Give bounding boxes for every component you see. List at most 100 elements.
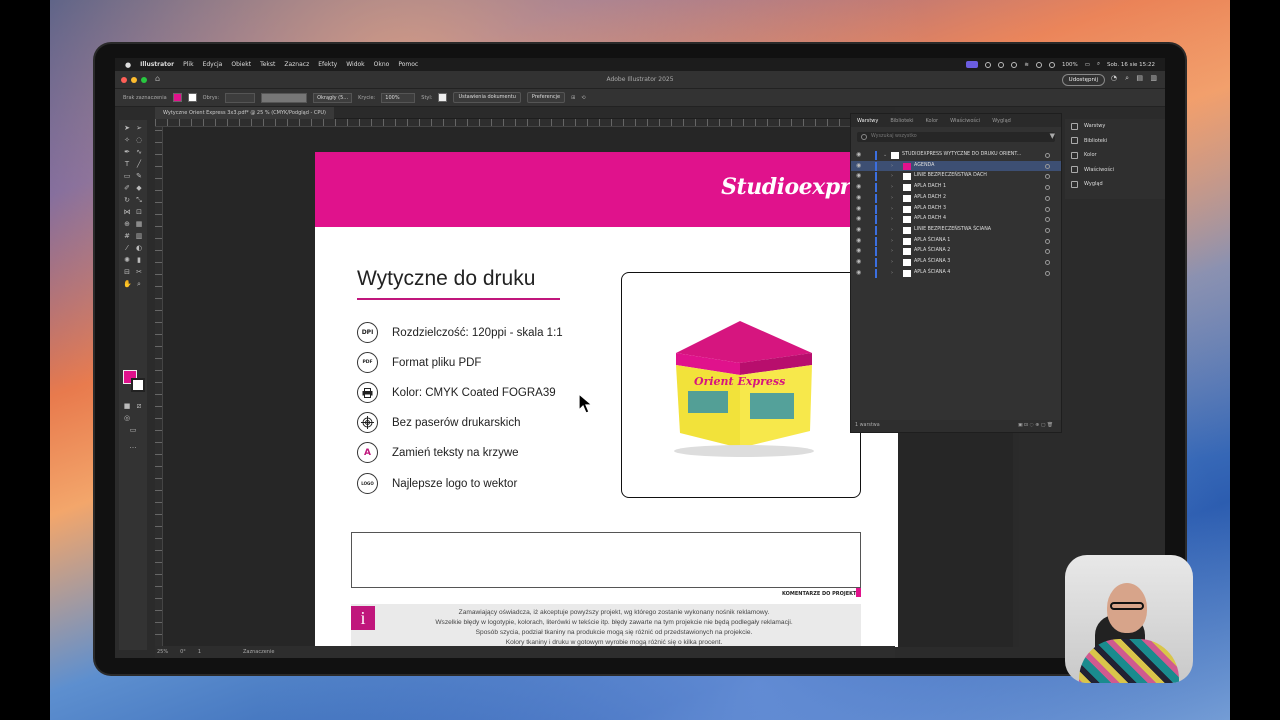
filter-icon[interactable]: ▼ <box>1050 132 1055 140</box>
stroke-width-input[interactable] <box>225 92 256 103</box>
free-transform-icon[interactable]: ⊡ <box>135 208 143 216</box>
layer-row[interactable]: ◉ › APLA DACH 2 <box>851 193 1061 204</box>
layer-name[interactable]: LINIE BEZPIECZEŃSTWA DACH <box>914 171 987 182</box>
layer-row[interactable]: ◉ › APLA ŚCIANA 1 <box>851 236 1061 247</box>
clock[interactable]: Sob. 16 sie 15:22 <box>1107 62 1155 68</box>
pen-tool-icon[interactable]: ✒ <box>123 148 131 156</box>
panel-button-properties[interactable]: Właściwości <box>1065 163 1165 178</box>
menu-window[interactable]: Okno <box>374 61 390 68</box>
menu-edit[interactable]: Edycja <box>203 61 223 68</box>
symbol-sprayer-icon[interactable]: ✺ <box>123 256 131 264</box>
transform-icon[interactable]: ⟲ <box>581 95 585 101</box>
expand-toggle-icon[interactable]: ⌄ <box>883 150 887 161</box>
layer-row[interactable]: ◉ ⌄ STUDIOEXPRESS WYTYCZNE DO DRUKU ORIENT… <box>851 150 1061 161</box>
style-swatch[interactable] <box>438 93 448 102</box>
more-tools-icon[interactable]: … <box>129 442 137 450</box>
layer-name[interactable]: APLA ŚCIANA 4 <box>914 268 950 279</box>
status-icon[interactable] <box>1036 61 1042 68</box>
preferences-button[interactable]: Preferencje <box>526 92 566 103</box>
direct-selection-tool-icon[interactable]: ➢ <box>135 124 143 132</box>
share-button[interactable]: Udostępnij <box>1061 74 1105 86</box>
document-tab[interactable]: Wytyczne Orient Express 3x3.pdf* @ 25 % … <box>155 107 334 119</box>
layer-name[interactable]: APLA DACH 2 <box>914 193 946 204</box>
none-color-icon[interactable]: ⧄ <box>135 402 143 410</box>
layer-target-icon[interactable] <box>1045 227 1050 233</box>
layer-name[interactable]: LINIE BEZPIECZEŃSTWA ŚCIANA <box>914 225 991 236</box>
layer-target-icon[interactable] <box>1045 217 1050 223</box>
apple-icon[interactable]: ● <box>125 61 131 69</box>
arrange-icon[interactable]: ▥ <box>1150 74 1157 82</box>
panel-button-libraries[interactable]: Biblioteki <box>1065 134 1165 149</box>
horizontal-ruler[interactable] <box>155 119 895 127</box>
paintbrush-icon[interactable]: ✎ <box>135 172 143 180</box>
expand-toggle-icon[interactable]: › <box>891 236 893 247</box>
layer-actions-icons[interactable]: ▣ ⊡ ◌ ⊕ ▢ 🗑 <box>1018 420 1053 432</box>
notifications-icon[interactable]: ◔ <box>1111 74 1117 82</box>
type-tool-icon[interactable]: T <box>123 160 131 168</box>
variable-width-select[interactable] <box>261 92 308 103</box>
artboard-number[interactable]: 1 <box>198 646 201 658</box>
panel-button-appearance[interactable]: Wygląd <box>1065 177 1165 192</box>
screen-mode-icon[interactable]: ▭ <box>129 426 137 434</box>
layer-row[interactable]: ◉ › AGENDA <box>851 160 1061 172</box>
visibility-eye-icon[interactable]: ◉ <box>856 268 861 279</box>
graph-tool-icon[interactable]: ▮ <box>135 256 143 264</box>
menu-help[interactable]: Pomoc <box>398 61 418 68</box>
expand-toggle-icon[interactable]: › <box>891 257 893 268</box>
zoom-tool-icon[interactable]: ⌕ <box>135 280 143 288</box>
visibility-eye-icon[interactable]: ◉ <box>856 161 861 172</box>
status-icon[interactable] <box>985 61 992 68</box>
visibility-eye-icon[interactable]: ◉ <box>856 246 861 257</box>
menu-object[interactable]: Obiekt <box>231 61 251 68</box>
app-menu[interactable]: Illustrator <box>140 61 174 68</box>
layer-row[interactable]: ◉ › APLA DACH 3 <box>851 204 1061 215</box>
layer-target-icon[interactable] <box>1045 260 1050 265</box>
stroke-swatch[interactable] <box>187 93 197 102</box>
layer-name[interactable]: AGENDA <box>914 161 934 172</box>
layer-row[interactable]: ◉ › LINIE BEZPIECZEŃSTWA ŚCIANA <box>851 225 1061 236</box>
tab-layers[interactable]: Warstwy <box>857 118 878 124</box>
artboard-tool-icon[interactable]: ⊟ <box>123 268 131 276</box>
layer-row[interactable]: ◉ › APLA DACH 4 <box>851 214 1061 225</box>
curvature-tool-icon[interactable]: ∿ <box>135 148 143 156</box>
expand-toggle-icon[interactable]: › <box>891 193 893 204</box>
artboard[interactable]: Studioexpress Wytyczne do druku DPI Rozd… <box>315 152 898 647</box>
visibility-eye-icon[interactable]: ◉ <box>856 214 861 225</box>
search-icon[interactable]: ⌕ <box>1125 74 1129 83</box>
layer-target-icon[interactable] <box>1045 174 1050 180</box>
expand-toggle-icon[interactable]: › <box>891 171 893 182</box>
magic-wand-icon[interactable]: ✧ <box>123 136 131 144</box>
brush-select[interactable]: Okrągły (5... <box>313 92 353 103</box>
layer-name[interactable]: APLA ŚCIANA 2 <box>914 246 950 257</box>
gradient-tool-icon[interactable]: ▥ <box>135 232 143 240</box>
width-tool-icon[interactable]: ⋈ <box>123 208 131 216</box>
mesh-tool-icon[interactable]: # <box>123 232 131 240</box>
wifi-icon[interactable]: ≋ <box>1024 62 1029 68</box>
visibility-eye-icon[interactable]: ◉ <box>856 257 861 268</box>
stroke-color-swatch[interactable] <box>131 378 145 392</box>
expand-toggle-icon[interactable]: › <box>891 268 893 279</box>
layer-target-icon[interactable] <box>1045 153 1050 158</box>
tab-properties[interactable]: Właściwości <box>950 118 980 124</box>
search-icon[interactable]: ⌕ <box>1097 61 1100 68</box>
layer-target-icon[interactable] <box>1045 163 1050 169</box>
shape-builder-icon[interactable]: ⊕ <box>123 220 131 228</box>
align-icon[interactable]: ⊞ <box>571 95 575 101</box>
document-setup-button[interactable]: Ustawienia dokumentu <box>453 92 521 103</box>
expand-toggle-icon[interactable]: › <box>891 161 893 172</box>
expand-toggle-icon[interactable]: › <box>891 246 893 257</box>
visibility-eye-icon[interactable]: ◉ <box>856 182 861 193</box>
menu-select[interactable]: Zaznacz <box>284 61 309 68</box>
layer-row[interactable]: ◉ › APLA ŚCIANA 2 <box>851 246 1061 257</box>
workspace-icon[interactable]: ▤ <box>1136 74 1143 82</box>
rectangle-tool-icon[interactable]: ▭ <box>123 172 131 180</box>
layer-target-icon[interactable] <box>1045 195 1050 201</box>
tab-libraries[interactable]: Biblioteki <box>890 118 913 124</box>
tab-appearance[interactable]: Wygląd <box>992 118 1011 124</box>
layer-row[interactable]: ◉ › LINIE BEZPIECZEŃSTWA DACH <box>851 171 1061 182</box>
lasso-icon[interactable]: ◌ <box>135 136 143 144</box>
hand-tool-icon[interactable]: ✋ <box>123 280 132 288</box>
layer-target-icon[interactable] <box>1045 206 1050 212</box>
scale-tool-icon[interactable]: ⤡ <box>135 196 143 204</box>
visibility-eye-icon[interactable]: ◉ <box>856 225 861 236</box>
